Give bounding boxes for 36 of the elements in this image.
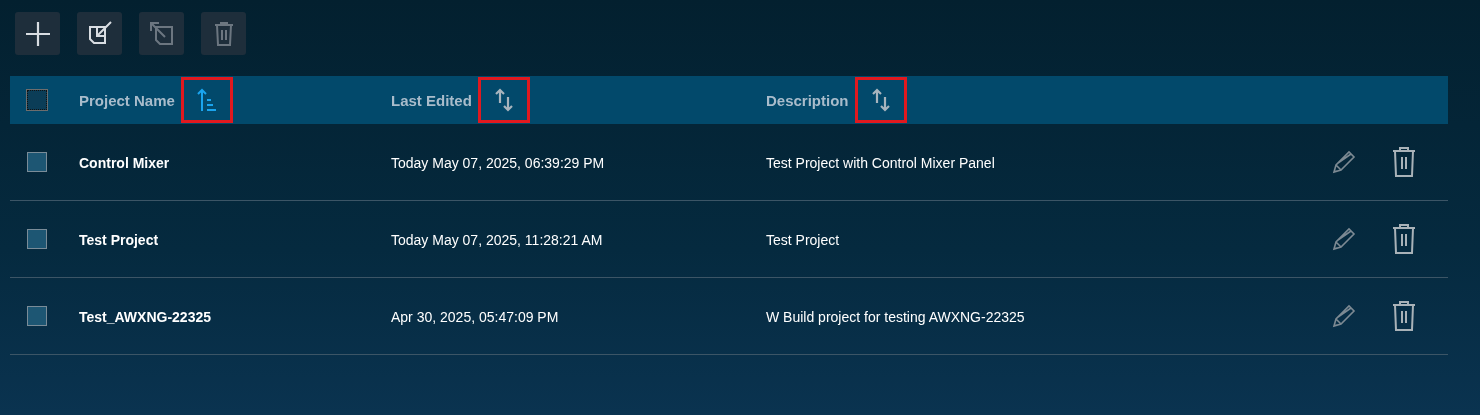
edit-button[interactable] — [1331, 149, 1357, 175]
add-icon — [24, 20, 51, 47]
select-all-checkbox[interactable] — [27, 90, 47, 110]
row-checkbox[interactable] — [27, 152, 47, 172]
pencil-icon — [1331, 149, 1357, 175]
trash-icon — [1391, 223, 1417, 255]
column-header: Project Name — [79, 91, 175, 109]
import-button[interactable] — [77, 12, 122, 55]
sort-button[interactable] — [477, 77, 530, 123]
sort-button[interactable] — [180, 77, 233, 123]
pencil-icon — [1331, 226, 1357, 252]
row-checkbox[interactable] — [27, 306, 47, 326]
delete-button[interactable] — [1391, 146, 1417, 178]
table-cell: W Build project for testing AWXNG-22325 — [766, 308, 1025, 325]
table-cell: Test Project with Control Mixer Panel — [766, 154, 995, 171]
table-cell: Test_AWXNG-22325 — [79, 308, 211, 325]
sort-button[interactable] — [854, 77, 907, 123]
edit-button[interactable] — [1331, 226, 1357, 252]
table-cell: Apr 30, 2025, 05:47:09 PM — [391, 308, 559, 325]
table-cell: Control Mixer — [79, 154, 170, 171]
delete-button[interactable] — [1391, 223, 1417, 255]
delete-button[interactable] — [1391, 300, 1417, 332]
trash-icon — [1391, 300, 1417, 332]
table-cell: Test Project — [79, 231, 159, 248]
trash-icon — [212, 20, 235, 47]
sort-ascending-icon — [196, 88, 217, 112]
table-cell: Test Project — [766, 231, 840, 248]
column-header: Description — [766, 91, 849, 109]
edit-button[interactable] — [1331, 303, 1357, 329]
trash-icon — [1391, 146, 1417, 178]
table-cell: Today May 07, 2025, 11:28:21 AM — [391, 231, 603, 248]
add-button[interactable] — [15, 12, 60, 55]
pencil-icon — [1331, 303, 1357, 329]
column-header: Last Edited — [391, 91, 472, 109]
table-cell: Today May 07, 2025, 06:39:29 PM — [391, 154, 605, 171]
row-checkbox[interactable] — [27, 229, 47, 249]
